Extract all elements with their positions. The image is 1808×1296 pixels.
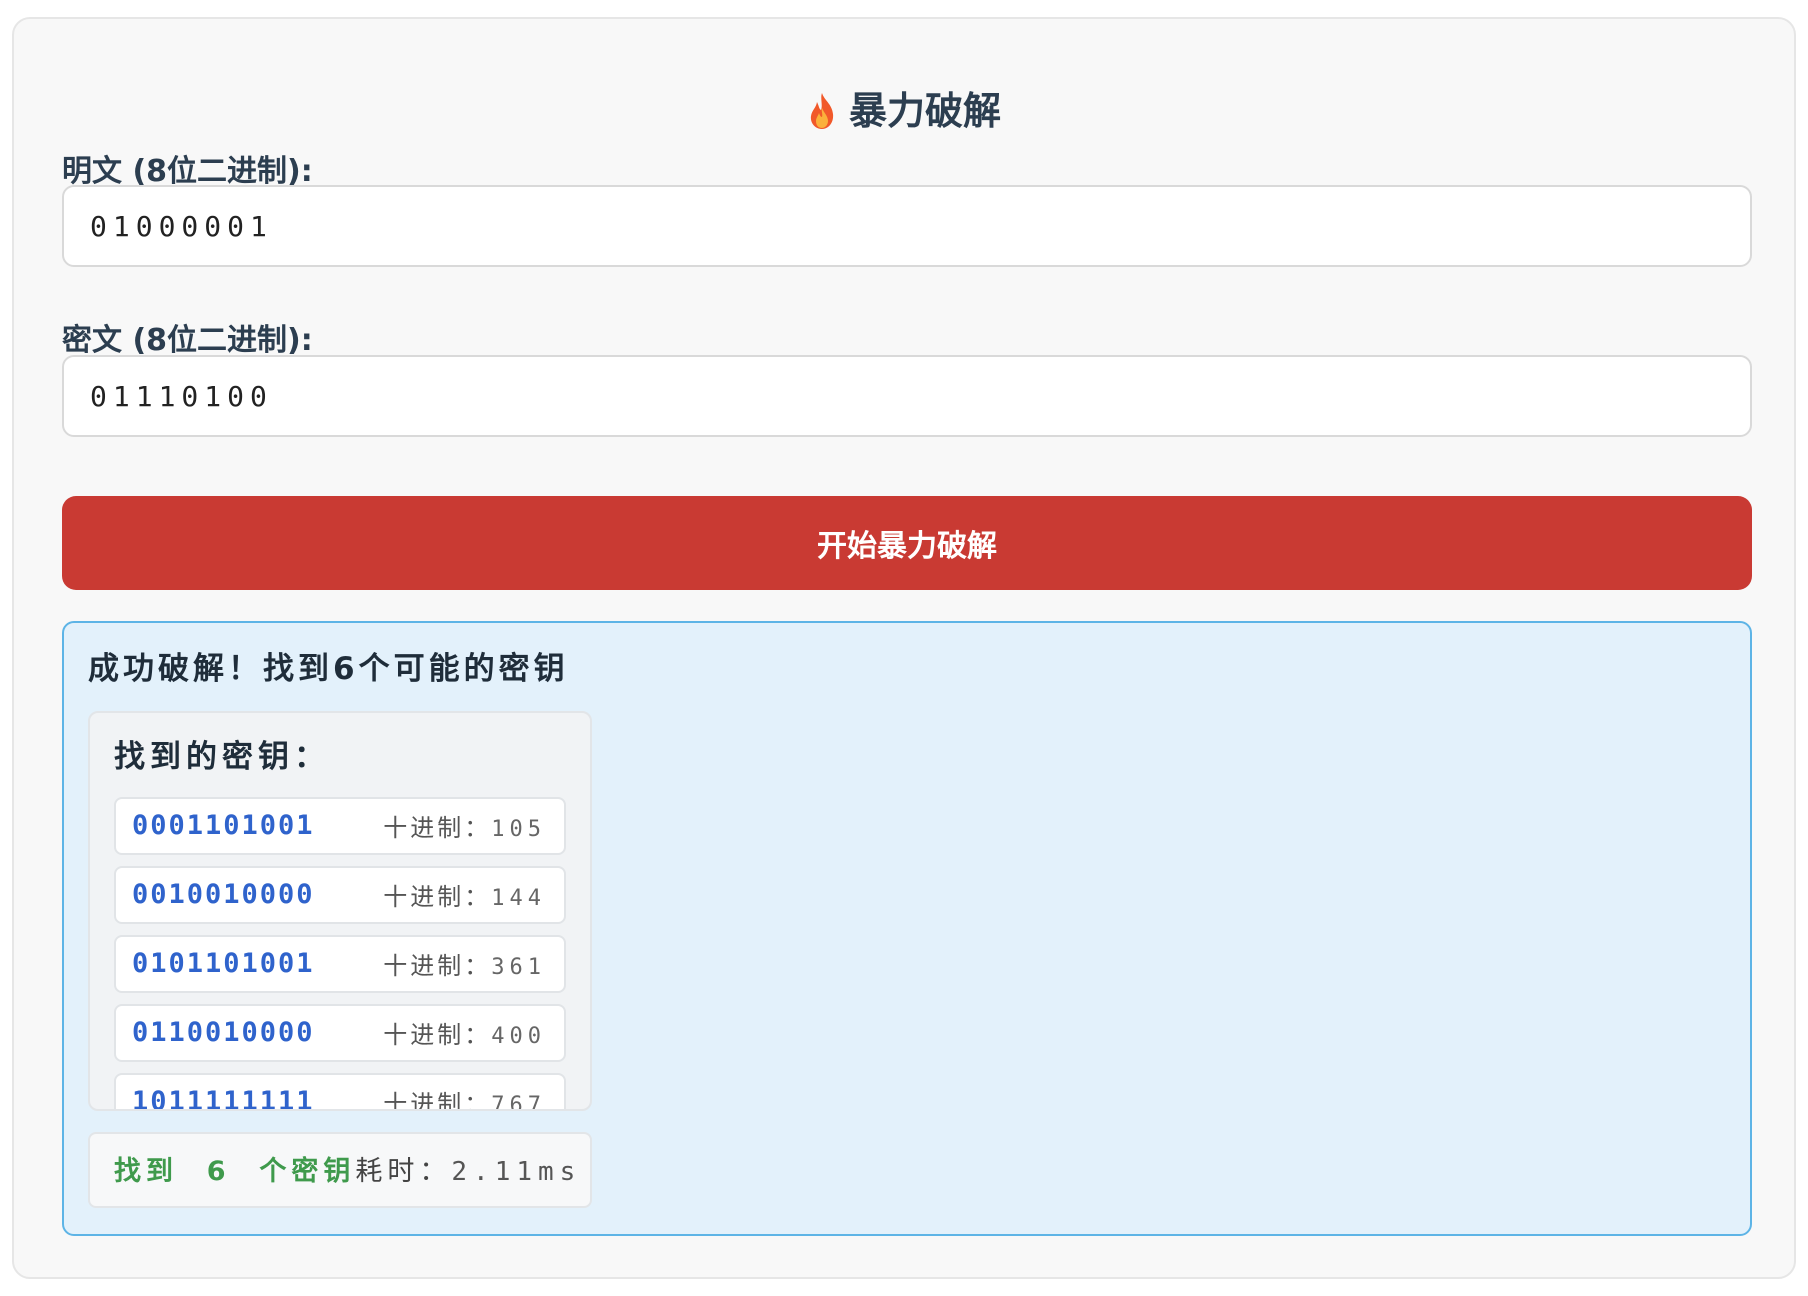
- decimal-prefix: 十进制：: [383, 952, 492, 980]
- summary-bar: 找到 6 个密钥耗时：2.11ms: [88, 1132, 592, 1208]
- key-binary: 0001101001: [132, 810, 315, 841]
- start-brute-force-button[interactable]: 开始暴力破解: [62, 496, 1752, 590]
- key-decimal: 十进制：144: [383, 879, 546, 917]
- key-list: 0001101001 十进制：105 0010010000 十进制：144 01…: [114, 797, 566, 1111]
- key-binary: 0010010000: [132, 879, 315, 910]
- key-decimal: 十进制：400: [383, 1017, 546, 1055]
- plaintext-input[interactable]: [62, 185, 1752, 267]
- key-item: 0010010000 十进制：144: [114, 866, 566, 924]
- result-heading: 成功破解！找到6个可能的密钥: [88, 651, 569, 687]
- elapsed-value: 2.11ms: [451, 1157, 582, 1187]
- decimal-value: 361: [491, 955, 546, 980]
- key-item: 1011111111 十进制：767: [114, 1073, 566, 1111]
- decimal-value: 400: [491, 1024, 546, 1049]
- key-decimal: 十进制：105: [383, 810, 546, 848]
- decimal-prefix: 十进制：: [383, 814, 492, 842]
- elapsed-label: 耗时：: [355, 1156, 452, 1187]
- fire-icon: [810, 93, 834, 129]
- decimal-value: 144: [491, 886, 546, 911]
- decimal-value: 105: [491, 817, 546, 842]
- decimal-value: 767: [491, 1093, 546, 1111]
- key-item: 0001101001 十进制：105: [114, 797, 566, 855]
- decimal-prefix: 十进制：: [383, 1090, 492, 1111]
- key-item: 0110010000 十进制：400: [114, 1004, 566, 1062]
- found-keys-panel[interactable]: 找到的密钥： 0001101001 十进制：105 0010010000 十进制…: [88, 711, 592, 1111]
- result-panel: 成功破解！找到6个可能的密钥 找到的密钥： 0001101001 十进制：105…: [62, 621, 1752, 1236]
- brute-force-card: 暴力破解 明文 (8位二进制): 密文 (8位二进制): 开始暴力破解 成功破解…: [12, 17, 1796, 1279]
- key-decimal: 十进制：767: [383, 1086, 546, 1111]
- key-item: 0101101001 十进制：361: [114, 935, 566, 993]
- key-binary: 0110010000: [132, 1017, 315, 1048]
- page-title: 暴力破解: [14, 81, 1794, 141]
- ciphertext-input[interactable]: [62, 355, 1752, 437]
- key-binary: 0101101001: [132, 948, 315, 979]
- key-decimal: 十进制：361: [383, 948, 546, 986]
- found-keys-title: 找到的密钥：: [114, 739, 330, 775]
- page-title-text: 暴力破解: [848, 89, 1001, 133]
- found-count: 找到 6 个密钥: [114, 1156, 356, 1187]
- summary-text: 找到 6 个密钥耗时：2.11ms: [114, 1152, 581, 1195]
- key-binary: 1011111111: [132, 1086, 315, 1111]
- decimal-prefix: 十进制：: [383, 1021, 492, 1049]
- decimal-prefix: 十进制：: [383, 883, 492, 911]
